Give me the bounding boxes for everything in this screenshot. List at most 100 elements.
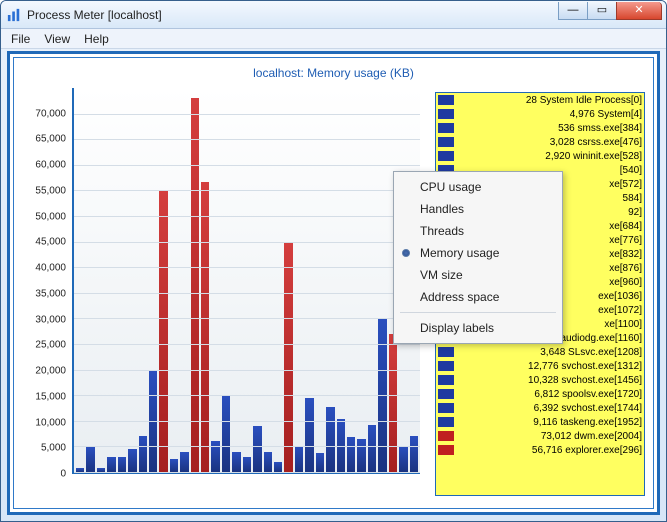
bar[interactable] bbox=[295, 446, 303, 472]
plot[interactable] bbox=[72, 88, 420, 474]
grid-line bbox=[74, 114, 420, 115]
legend-swatch bbox=[438, 123, 454, 133]
bar[interactable] bbox=[284, 242, 292, 472]
ctx-memory-label: Memory usage bbox=[420, 246, 499, 260]
grid-line bbox=[74, 190, 420, 191]
ctx-display-labels[interactable]: Display labels bbox=[394, 317, 562, 339]
y-tick-label: 65,000 bbox=[35, 134, 66, 145]
grid-line bbox=[74, 446, 420, 447]
bar[interactable] bbox=[191, 98, 199, 472]
legend-text: 9,116 taskeng.exe[1952] bbox=[458, 417, 642, 428]
grid-line bbox=[74, 293, 420, 294]
close-button[interactable]: ✕ bbox=[616, 2, 662, 20]
grid-line bbox=[74, 421, 420, 422]
bars-container bbox=[76, 88, 418, 472]
ctx-separator bbox=[400, 312, 556, 313]
legend-row[interactable]: 6,812 spoolsv.exe[1720] bbox=[436, 387, 644, 401]
bar[interactable] bbox=[347, 437, 355, 472]
legend-swatch bbox=[438, 95, 454, 105]
y-tick-label: 60,000 bbox=[35, 160, 66, 171]
menubar: File View Help bbox=[1, 29, 666, 49]
bar[interactable] bbox=[118, 457, 126, 472]
bar[interactable] bbox=[86, 447, 94, 472]
legend-text: 12,776 svchost.exe[1312] bbox=[458, 361, 642, 372]
grid-line bbox=[74, 267, 420, 268]
chart-title: localhost: Memory usage (KB) bbox=[14, 58, 653, 84]
legend-swatch bbox=[438, 417, 454, 427]
minimize-button[interactable]: — bbox=[558, 2, 588, 20]
legend-swatch bbox=[438, 389, 454, 399]
grid-line bbox=[74, 370, 420, 371]
y-tick-label: 35,000 bbox=[35, 288, 66, 299]
app-icon bbox=[7, 8, 21, 22]
bar[interactable] bbox=[180, 452, 188, 472]
bar[interactable] bbox=[410, 436, 418, 472]
grid-line bbox=[74, 165, 420, 166]
legend-row[interactable]: 4,976 System[4] bbox=[436, 107, 644, 121]
legend-swatch bbox=[438, 403, 454, 413]
ctx-handles[interactable]: Handles bbox=[394, 198, 562, 220]
ctx-vm-size[interactable]: VM size bbox=[394, 264, 562, 286]
legend-row[interactable]: 536 smss.exe[384] bbox=[436, 121, 644, 135]
bar[interactable] bbox=[326, 407, 334, 472]
y-axis: 05,00010,00015,00020,00025,00030,00035,0… bbox=[20, 88, 70, 474]
bar[interactable] bbox=[399, 446, 407, 472]
grid-line bbox=[74, 242, 420, 243]
legend-row[interactable]: 56,716 explorer.exe[296] bbox=[436, 443, 644, 457]
legend-swatch bbox=[438, 431, 454, 441]
bar[interactable] bbox=[264, 452, 272, 472]
legend-row[interactable]: 9,116 taskeng.exe[1952] bbox=[436, 415, 644, 429]
bar[interactable] bbox=[357, 439, 365, 472]
bar[interactable] bbox=[232, 452, 240, 472]
bar[interactable] bbox=[316, 453, 324, 472]
bar[interactable] bbox=[107, 457, 115, 473]
legend-row[interactable]: 73,012 dwm.exe[2004] bbox=[436, 429, 644, 443]
grid-line bbox=[74, 318, 420, 319]
plot-area: 05,00010,00015,00020,00025,00030,00035,0… bbox=[20, 88, 420, 496]
legend-text: 4,976 System[4] bbox=[458, 109, 642, 120]
legend-swatch bbox=[438, 375, 454, 385]
menu-file[interactable]: File bbox=[11, 32, 30, 46]
legend-text: 10,328 svchost.exe[1456] bbox=[458, 375, 642, 386]
bar[interactable] bbox=[253, 426, 261, 472]
legend-text: 3,028 csrss.exe[476] bbox=[458, 137, 642, 148]
bar[interactable] bbox=[128, 449, 136, 472]
bar[interactable] bbox=[368, 425, 376, 472]
ctx-address-space[interactable]: Address space bbox=[394, 286, 562, 308]
bar[interactable] bbox=[201, 182, 209, 472]
ctx-memory-usage[interactable]: Memory usage bbox=[394, 242, 562, 264]
y-tick-label: 15,000 bbox=[35, 391, 66, 402]
ctx-cpu-usage[interactable]: CPU usage bbox=[394, 176, 562, 198]
y-tick-label: 5,000 bbox=[41, 443, 66, 454]
legend-row[interactable]: 10,328 svchost.exe[1456] bbox=[436, 373, 644, 387]
legend-row[interactable]: 6,392 svchost.exe[1744] bbox=[436, 401, 644, 415]
legend-row[interactable]: 28 System Idle Process[0] bbox=[436, 93, 644, 107]
maximize-button[interactable]: ▭ bbox=[587, 2, 617, 20]
grid-line bbox=[74, 472, 420, 473]
bar[interactable] bbox=[170, 459, 178, 472]
y-tick-label: 30,000 bbox=[35, 314, 66, 325]
ctx-threads[interactable]: Threads bbox=[394, 220, 562, 242]
legend-swatch bbox=[438, 347, 454, 357]
y-tick-label: 25,000 bbox=[35, 340, 66, 351]
legend-row[interactable]: 12,776 svchost.exe[1312] bbox=[436, 359, 644, 373]
y-tick-label: 45,000 bbox=[35, 237, 66, 248]
bar[interactable] bbox=[305, 398, 313, 472]
legend-row[interactable]: 3,648 SLsvc.exe[1208] bbox=[436, 345, 644, 359]
menu-view[interactable]: View bbox=[44, 32, 70, 46]
radio-selected-icon bbox=[402, 249, 410, 257]
bar[interactable] bbox=[222, 395, 230, 472]
legend-swatch bbox=[438, 151, 454, 161]
bar[interactable] bbox=[243, 457, 251, 472]
legend-row[interactable]: 2,920 wininit.exe[528] bbox=[436, 149, 644, 163]
legend-text: 6,812 spoolsv.exe[1720] bbox=[458, 389, 642, 400]
menu-help[interactable]: Help bbox=[84, 32, 109, 46]
y-tick-label: 70,000 bbox=[35, 108, 66, 119]
context-menu: CPU usage Handles Threads Memory usage V… bbox=[393, 171, 563, 344]
bar[interactable] bbox=[274, 462, 282, 472]
bar[interactable] bbox=[389, 334, 397, 472]
legend-text: 2,920 wininit.exe[528] bbox=[458, 151, 642, 162]
legend-row[interactable]: 3,028 csrss.exe[476] bbox=[436, 135, 644, 149]
bar[interactable] bbox=[159, 190, 167, 472]
bar[interactable] bbox=[139, 436, 147, 472]
